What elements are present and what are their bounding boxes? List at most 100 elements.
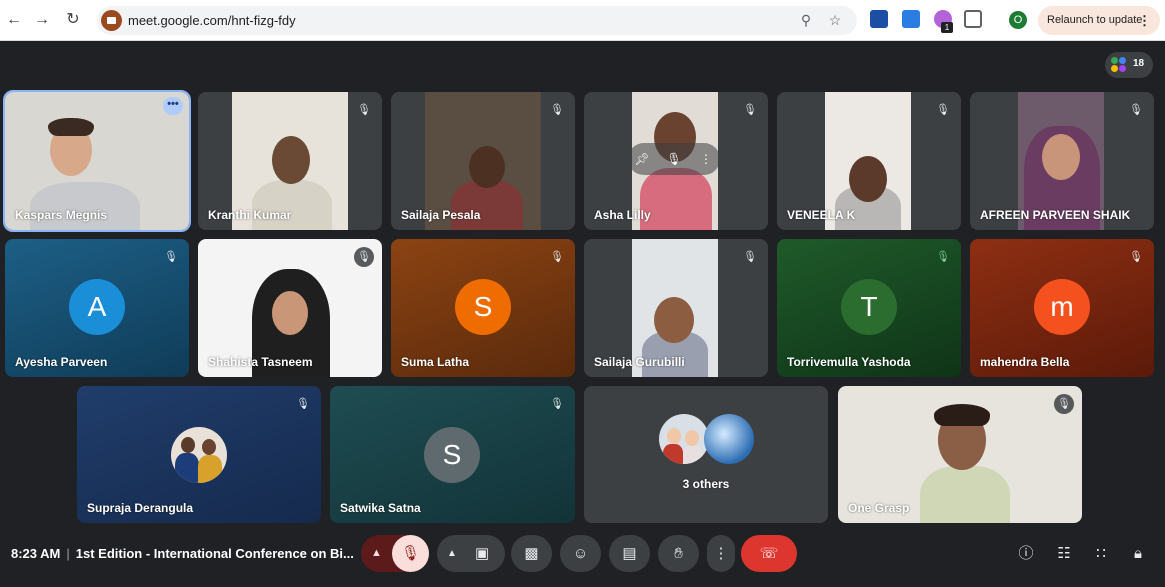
meeting-details: 8:23 AM | 1st Edition - International Conf… [11, 546, 354, 561]
participant-photo-avatar [171, 427, 227, 483]
meeting-title: 1st Edition - International Conference o… [75, 546, 354, 561]
participant-tile[interactable]: 🎙︎ Sailaja Pesala [391, 92, 575, 230]
participant-tile[interactable]: T 🎙︎ Torrivemulla Yashoda [777, 239, 961, 377]
participant-name: Torrivemulla Yashoda [787, 355, 911, 369]
address-bar[interactable]: meet.google.com/hnt-fizg-fdy ⚲ ☆ [97, 6, 857, 35]
others-tile[interactable]: 3 others [584, 386, 828, 523]
participant-avatar: T [841, 279, 897, 335]
participant-tile[interactable]: 🎙︎ Supraja Derangula [77, 386, 321, 523]
participant-tile[interactable]: 🎙︎ Shahista Tasneem [198, 239, 382, 377]
participant-tile[interactable]: ••• Kaspars Megnis [3, 90, 191, 232]
menu-dots-icon: ⋮ [1138, 13, 1151, 28]
more-options-button[interactable]: ⋮ [707, 535, 735, 572]
others-avatar-1 [659, 414, 709, 464]
back-icon[interactable]: ← [2, 8, 26, 32]
participant-tile[interactable]: 🎙︎ One Grasp [838, 386, 1082, 523]
participant-name: VENEELA K [787, 208, 856, 222]
host-controls-icon[interactable]: 🔒︎ [1127, 543, 1149, 565]
mic-off-icon: 🎙︎ [1129, 251, 1143, 263]
extensions-puzzle-icon[interactable] [964, 10, 982, 28]
participant-name: One Grasp [848, 501, 910, 515]
raise-hand-icon: ✋︎ [674, 545, 683, 562]
mic-off-icon: 🎙︎ [400, 545, 421, 562]
mic-off-icon: 🎙︎ [666, 152, 682, 166]
mic-off-icon: 🎙︎ [550, 251, 564, 263]
raise-hand-button[interactable]: ✋︎ [658, 535, 699, 572]
more-options-icon[interactable]: ••• [163, 97, 183, 115]
mic-off-icon: 🎙︎ [936, 251, 950, 263]
participant-tile[interactable]: 🎙︎ Sailaja Gurubilli [584, 239, 768, 377]
participant-name: Sailaja Pesala [401, 208, 481, 222]
participant-name: mahendra Bella [980, 355, 1070, 369]
hang-up-icon: ☏ [759, 545, 779, 562]
browser-toolbar: ← → ↻ meet.google.com/hnt-fizg-fdy ⚲ ☆ 1… [0, 0, 1165, 41]
participant-tile[interactable]: A 🎙︎ Ayesha Parveen [5, 239, 189, 377]
meeting-time: 8:23 AM [11, 546, 61, 561]
participant-name: Asha Lilly [594, 208, 651, 222]
participant-tile[interactable]: m 🎙︎ mahendra Bella [970, 239, 1154, 377]
people-count: 18 [1133, 58, 1145, 69]
mic-options-chevron-icon[interactable]: ▲ [371, 535, 382, 572]
relaunch-button[interactable]: Relaunch to update ⋮ [1038, 6, 1160, 35]
camera-options-chevron-icon[interactable]: ▲ [447, 535, 457, 572]
camera-icon[interactable]: ▣ [475, 535, 489, 572]
more-options-icon[interactable]: ⋮ [696, 149, 716, 169]
mic-off-icon: 🎙︎ [550, 104, 564, 116]
participant-name: Satwika Satna [340, 501, 421, 515]
camera-control-group: ▲ ▣ [437, 535, 505, 572]
profile-avatar[interactable]: O [1009, 11, 1027, 29]
chat-icon[interactable]: ☷ [1053, 543, 1075, 565]
meeting-separator: | [66, 546, 70, 561]
bookmark-star-icon[interactable]: ☆ [826, 11, 844, 29]
people-avatars-icon [1111, 57, 1127, 73]
participant-avatar: S [455, 279, 511, 335]
mic-off-icon: 🎙︎ [1054, 394, 1074, 414]
participant-tile[interactable]: 🎙︎ Kranthi Kumar [198, 92, 382, 230]
mic-off-icon: 🎙︎ [743, 251, 757, 263]
mic-off-icon: 🎙︎ [164, 251, 178, 263]
participant-tile[interactable]: 🎙︎ AFREEN PARVEEN SHAIK [970, 92, 1154, 230]
participant-name: Suma Latha [401, 355, 470, 369]
participant-name: Shahista Tasneem [208, 355, 313, 369]
participant-tile[interactable]: S 🎙︎ Satwika Satna [330, 386, 575, 523]
emoji-icon: ☺ [572, 545, 589, 562]
participant-name: Sailaja Gurubilli [594, 355, 685, 369]
extension-icon-2[interactable] [902, 10, 920, 28]
activities-icon[interactable]: ∷ [1090, 543, 1112, 565]
mic-off-icon: 🎙︎ [550, 398, 564, 410]
extension-icon-1[interactable] [870, 10, 888, 28]
tile-hover-controls: 📌︎ 🎙︎ ⋮ [628, 143, 720, 175]
present-screen-icon: ▩ [524, 545, 539, 562]
mic-toggle-button[interactable]: 🎙︎ [392, 535, 429, 572]
participant-name: Ayesha Parveen [15, 355, 108, 369]
captions-button[interactable]: ▤ [609, 535, 650, 572]
participant-tile[interactable]: 📌︎ 🎙︎ ⋮ 🎙︎ Asha Lilly [584, 92, 768, 230]
meeting-info-icon[interactable]: ⓘ [1015, 543, 1037, 565]
mic-off-icon: 🎙︎ [743, 104, 757, 116]
mic-off-icon: 🎙︎ [296, 398, 310, 410]
participant-name: Kranthi Kumar [208, 208, 292, 222]
present-screen-button[interactable]: ▩ [511, 535, 552, 572]
forward-icon[interactable]: → [30, 8, 54, 32]
pin-icon[interactable]: 📌︎ [632, 149, 652, 169]
participant-name: AFREEN PARVEEN SHAIK [980, 208, 1131, 222]
relaunch-label: Relaunch to update [1047, 14, 1143, 26]
reactions-button[interactable]: ☺ [560, 535, 601, 572]
mic-off-icon: 🎙︎ [1129, 104, 1143, 116]
reload-icon[interactable]: ↻ [61, 8, 85, 32]
participant-tile[interactable]: S 🎙︎ Suma Latha [391, 239, 575, 377]
zoom-icon[interactable]: ⚲ [797, 11, 815, 29]
url-text: meet.google.com/hnt-fizg-fdy [128, 13, 296, 28]
participant-avatar: m [1034, 279, 1090, 335]
participant-tile[interactable]: 🎙︎ VENEELA K [777, 92, 961, 230]
participant-name: Supraja Derangula [87, 501, 194, 515]
participants-pill[interactable]: 18 [1105, 52, 1153, 78]
participant-name: Kaspars Megnis [15, 208, 108, 222]
participant-avatar: A [69, 279, 125, 335]
extension-badge: 1 [941, 22, 953, 33]
leave-call-button[interactable]: ☏ [741, 535, 797, 572]
participant-avatar: S [424, 427, 480, 483]
mic-off-icon: 🎙︎ [354, 247, 374, 267]
mic-off-icon: 🎙︎ [357, 104, 371, 116]
others-label: 3 others [682, 477, 730, 491]
